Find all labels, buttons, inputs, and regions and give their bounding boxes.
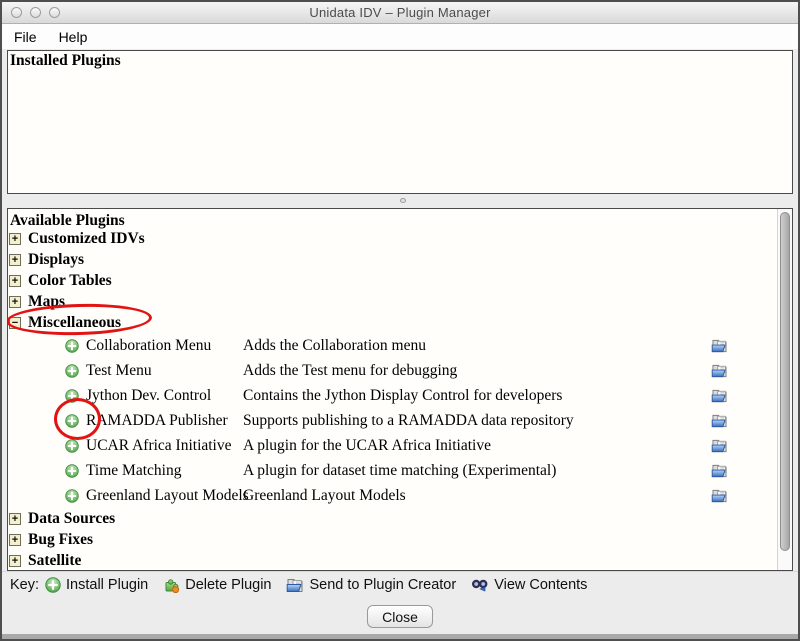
key-item-label: Delete Plugin <box>185 577 271 593</box>
key-item-view-contents: View Contents <box>471 577 587 593</box>
install-plugin-icon[interactable] <box>65 439 79 453</box>
install-plugin-icon[interactable] <box>65 389 79 403</box>
plugin-row-ucar-africa-initiative[interactable]: UCAR Africa Initiative A plugin for the … <box>8 433 777 458</box>
view-contents-icon <box>471 577 489 593</box>
plugin-manager-window: Unidata IDV – Plugin Manager File Help I… <box>0 0 800 641</box>
send-to-plugin-creator-icon[interactable] <box>711 488 728 503</box>
available-plugins-tree: Available Plugins + Customized IDVs + Di… <box>8 209 777 571</box>
tree-category-satellite[interactable]: + Satellite <box>8 550 777 571</box>
install-plugin-icon <box>45 577 61 593</box>
plugin-description: Adds the Collaboration menu <box>243 337 426 355</box>
install-plugin-icon[interactable] <box>65 364 79 378</box>
plugin-name: Test Menu <box>86 362 243 380</box>
plugin-row-time-matching[interactable]: Time Matching A plugin for dataset time … <box>8 458 777 483</box>
key-item-install-plugin: Install Plugin <box>45 577 148 593</box>
window-minimize-button[interactable] <box>30 7 41 18</box>
collapse-toggle-icon[interactable]: − <box>9 317 21 329</box>
plugin-name: Jython Dev. Control <box>86 387 243 405</box>
tree-category-maps[interactable]: + Maps <box>8 291 777 312</box>
expand-toggle-icon[interactable]: + <box>9 296 21 308</box>
category-label: Color Tables <box>28 272 112 290</box>
plugin-description: Greenland Layout Models <box>243 487 406 505</box>
expand-toggle-icon[interactable]: + <box>9 513 21 525</box>
key-legend-bar: Key: Install Plugin Delete Plugin Send t… <box>2 571 798 598</box>
plugin-description: A plugin for dataset time matching (Expe… <box>243 462 556 480</box>
plugin-row-jython-dev-control[interactable]: Jython Dev. Control Contains the Jython … <box>8 383 777 408</box>
install-plugin-icon[interactable] <box>65 414 79 428</box>
expand-toggle-icon[interactable]: + <box>9 233 21 245</box>
footer-bar: Close <box>2 598 798 634</box>
category-label: Customized IDVs <box>28 230 145 248</box>
key-label: Key: <box>10 577 39 593</box>
plugin-name: Time Matching <box>86 462 243 480</box>
plugin-name: UCAR Africa Initiative <box>86 437 243 455</box>
splitter-grip-icon[interactable] <box>400 198 406 203</box>
expand-toggle-icon[interactable]: + <box>9 275 21 287</box>
plugin-row-greenland-layout-models[interactable]: Greenland Layout Models Greenland Layout… <box>8 483 777 508</box>
install-plugin-icon[interactable] <box>65 489 79 503</box>
available-plugins-panel: Available Plugins + Customized IDVs + Di… <box>7 208 793 571</box>
tree-category-bug-fixes[interactable]: + Bug Fixes <box>8 529 777 550</box>
window-zoom-button[interactable] <box>49 7 60 18</box>
category-label: Data Sources <box>28 510 115 528</box>
send-to-plugin-creator-icon[interactable] <box>711 338 728 353</box>
plugin-row-collaboration-menu[interactable]: Collaboration Menu Adds the Collaboratio… <box>8 333 777 358</box>
plugin-row-test-menu[interactable]: Test Menu Adds the Test menu for debuggi… <box>8 358 777 383</box>
key-item-delete-plugin: Delete Plugin <box>163 577 271 593</box>
close-button[interactable]: Close <box>367 605 433 628</box>
window-close-button[interactable] <box>11 7 22 18</box>
plugin-description: Contains the Jython Display Control for … <box>243 387 562 405</box>
install-plugin-icon[interactable] <box>65 339 79 353</box>
tree-category-miscellaneous[interactable]: − Miscellaneous <box>8 312 777 333</box>
expand-toggle-icon[interactable]: + <box>9 555 21 567</box>
send-to-plugin-creator-icon[interactable] <box>711 363 728 378</box>
tree-category-data-sources[interactable]: + Data Sources <box>8 508 777 529</box>
expand-toggle-icon[interactable]: + <box>9 534 21 546</box>
installed-plugins-header: Installed Plugins <box>8 51 792 68</box>
category-label: Satellite <box>28 552 81 570</box>
plugin-name: Collaboration Menu <box>86 337 243 355</box>
scrollbar-thumb[interactable] <box>780 212 790 551</box>
delete-plugin-icon <box>163 577 180 593</box>
key-item-label: Install Plugin <box>66 577 148 593</box>
key-item-label: View Contents <box>494 577 587 593</box>
plugin-name: RAMADDA Publisher <box>86 412 243 430</box>
plugin-description: Supports publishing to a RAMADDA data re… <box>243 412 574 430</box>
title-bar: Unidata IDV – Plugin Manager <box>2 2 798 24</box>
available-plugins-header: Available Plugins <box>8 211 777 228</box>
window-title: Unidata IDV – Plugin Manager <box>2 5 798 20</box>
send-to-plugin-creator-icon[interactable] <box>711 438 728 453</box>
category-label: Miscellaneous <box>28 314 121 332</box>
send-to-plugin-creator-icon <box>286 577 304 593</box>
window-controls <box>11 7 60 18</box>
menu-bar: File Help <box>2 24 798 49</box>
plugin-name: Greenland Layout Models <box>86 487 243 505</box>
key-item-send-to-plugin-creator: Send to Plugin Creator <box>286 577 456 593</box>
key-item-label: Send to Plugin Creator <box>309 577 456 593</box>
main-area: Installed Plugins Available Plugins + Cu… <box>2 50 798 634</box>
split-pane-divider[interactable] <box>2 194 798 208</box>
send-to-plugin-creator-icon[interactable] <box>711 388 728 403</box>
tree-category-displays[interactable]: + Displays <box>8 249 777 270</box>
category-label: Maps <box>28 293 65 311</box>
installed-plugins-panel: Installed Plugins <box>7 50 793 194</box>
plugin-row-ramadda-publisher[interactable]: RAMADDA Publisher Supports publishing to… <box>8 408 777 433</box>
send-to-plugin-creator-icon[interactable] <box>711 413 728 428</box>
vertical-scrollbar[interactable] <box>777 209 792 570</box>
tree-category-customized-idvs[interactable]: + Customized IDVs <box>8 228 777 249</box>
expand-toggle-icon[interactable]: + <box>9 254 21 266</box>
send-to-plugin-creator-icon[interactable] <box>711 463 728 478</box>
plugin-description: A plugin for the UCAR Africa Initiative <box>243 437 491 455</box>
install-plugin-icon[interactable] <box>65 464 79 478</box>
menu-item-file[interactable]: File <box>14 29 37 45</box>
window-bottom-edge <box>2 634 798 640</box>
category-label: Bug Fixes <box>28 531 93 549</box>
category-label: Displays <box>28 251 84 269</box>
tree-category-color-tables[interactable]: + Color Tables <box>8 270 777 291</box>
plugin-description: Adds the Test menu for debugging <box>243 362 457 380</box>
menu-item-help[interactable]: Help <box>59 29 88 45</box>
